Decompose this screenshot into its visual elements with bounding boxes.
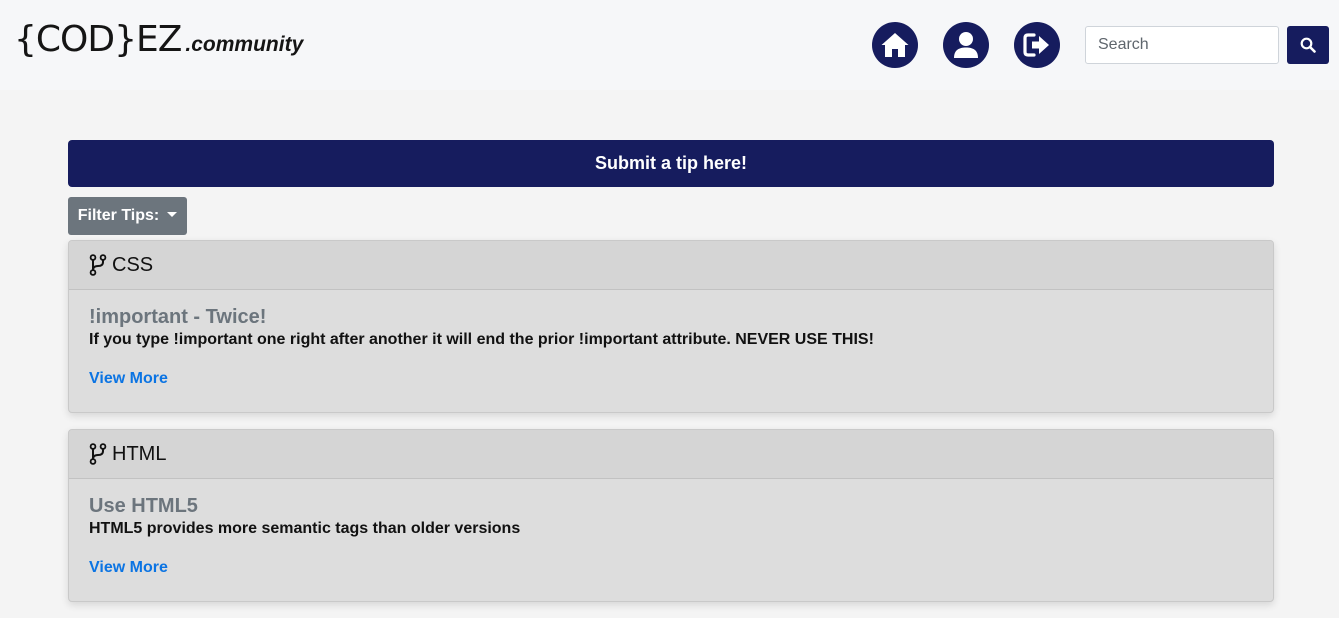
- tip-card: HTML Use HTML5 HTML5 provides more seman…: [68, 429, 1274, 602]
- tip-description: HTML5 provides more semantic tags than o…: [89, 520, 521, 537]
- tip-card-header: CSS: [69, 241, 1273, 290]
- tip-card-body: Use HTML5 HTML5 provides more semantic t…: [69, 495, 1273, 578]
- search-button[interactable]: [1287, 26, 1329, 64]
- tip-category: HTML: [112, 442, 167, 465]
- tip-card-body: !important - Twice! If you type !importa…: [69, 306, 1273, 389]
- tip-title: !important - Twice!: [89, 306, 267, 328]
- submit-tip-button[interactable]: Submit a tip here!: [68, 140, 1274, 187]
- home-button[interactable]: [872, 22, 918, 68]
- logo-main-text: {COD}EZ: [14, 19, 182, 60]
- code-branch-icon: [89, 254, 107, 276]
- tip-category: CSS: [112, 253, 154, 276]
- navbar: {COD}EZ .community: [0, 0, 1339, 90]
- tip-title: Use HTML5: [89, 495, 198, 517]
- filter-tips-label: Filter Tips:: [77, 207, 160, 224]
- home-icon: [881, 33, 909, 57]
- tip-card: CSS !important - Twice! If you type !imp…: [68, 240, 1274, 413]
- view-more-link[interactable]: View More: [89, 369, 168, 389]
- profile-button[interactable]: [943, 22, 989, 68]
- site-logo[interactable]: {COD}EZ .community: [14, 20, 303, 60]
- user-icon: [954, 32, 978, 58]
- tip-card-header: HTML: [69, 430, 1273, 479]
- search-input[interactable]: [1085, 26, 1279, 64]
- filter-tips-dropdown[interactable]: Filter Tips:: [68, 197, 187, 235]
- caret-down-icon: [167, 212, 178, 217]
- search-icon: [1300, 37, 1316, 53]
- logout-button[interactable]: [1014, 22, 1060, 68]
- tip-description: If you type !important one right after a…: [89, 331, 874, 348]
- sign-out-icon: [1023, 33, 1049, 57]
- submit-tip-label: Submit a tip here!: [594, 153, 747, 173]
- view-more-link[interactable]: View More: [89, 558, 168, 578]
- code-branch-icon: [89, 443, 107, 465]
- logo-sub-text: .community: [185, 33, 304, 56]
